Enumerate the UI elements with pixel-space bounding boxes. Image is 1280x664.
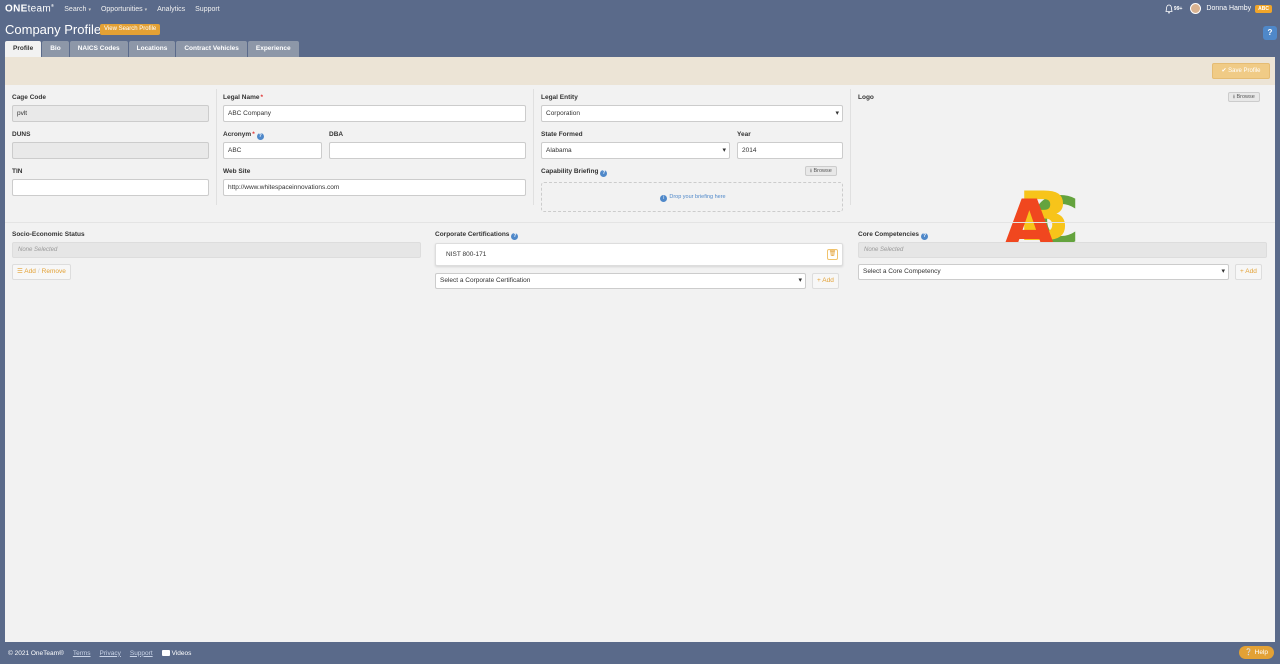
profile-tabs: Profile Bio NAICS Codes Locations Contra… [5, 41, 300, 57]
profile-panel: ✔ Save Profile Cage Code pvlt DUNS TIN L… [5, 57, 1275, 642]
add-link[interactable]: Add [24, 268, 36, 275]
dba-label: DBA [329, 131, 344, 138]
tin-field[interactable] [12, 179, 209, 196]
socio-economic-label: Socio-Economic Status [12, 231, 85, 238]
cage-code-label: Cage Code [12, 94, 46, 101]
nav-support[interactable]: Support [195, 6, 220, 13]
upload-icon: ⭳ [810, 168, 812, 174]
info-icon: i [660, 195, 668, 202]
cage-code-field[interactable]: pvlt [12, 105, 209, 122]
legal-entity-select[interactable]: Corporation [541, 105, 843, 122]
remove-link[interactable]: Remove [42, 268, 66, 275]
question-icon: ❔ [1244, 649, 1253, 656]
acronym-field[interactable]: ABC [223, 142, 322, 159]
capability-browse-button[interactable]: ⭳ Browse [805, 166, 837, 176]
capability-briefing-label: Capability Briefing? [541, 168, 608, 177]
socio-economic-none: None Selected [12, 242, 421, 258]
chevron-down-icon: ▾ [88, 6, 91, 13]
legal-name-label: Legal Name* [223, 94, 264, 101]
state-formed-label: State Formed [541, 131, 583, 138]
footer-link-privacy[interactable]: Privacy [100, 650, 121, 657]
year-label: Year [737, 131, 751, 138]
acronym-label: Acronym*? [223, 131, 264, 140]
upload-icon: ⭳ [1233, 94, 1235, 100]
help-circle-icon[interactable]: ? [921, 233, 929, 240]
top-navbar: ONEteam® Search ▾ Opportunities ▾ Analytic… [0, 0, 1280, 18]
column-divider [850, 89, 851, 205]
nav-analytics[interactable]: Analytics [157, 6, 185, 13]
help-circle-icon[interactable]: ? [256, 133, 264, 140]
plus-icon: + [1240, 268, 1244, 275]
footer-link-support[interactable]: Support [130, 650, 153, 657]
briefing-dropzone[interactable]: i Drop your briefing here [541, 182, 843, 212]
duns-field[interactable] [12, 142, 209, 159]
company-badge: ABC [1255, 4, 1272, 13]
avatar[interactable] [1190, 3, 1202, 14]
logo-label: Logo [858, 94, 874, 101]
website-field[interactable]: http://www.whitespaceinnovations.com [223, 179, 526, 196]
tab-experience[interactable]: Experience [247, 41, 299, 57]
page-title: Company Profile [5, 22, 102, 37]
core-competencies-label: Core Competencies? [858, 231, 929, 240]
tab-contract-vehicles[interactable]: Contract Vehicles [176, 41, 247, 57]
help-circle-icon[interactable]: ? [600, 170, 608, 177]
add-competency-button[interactable]: + Add [1235, 264, 1262, 280]
footer: © 2021 OneTeam® Terms Privacy Support Vi… [0, 642, 1280, 664]
tab-naics-codes[interactable]: NAICS Codes [69, 41, 128, 57]
website-label: Web Site [223, 168, 251, 175]
column-divider [533, 89, 534, 205]
list-icon: ☰ [17, 268, 23, 275]
bell-icon[interactable] [1165, 4, 1173, 14]
user-name[interactable]: Donna Hamby [1206, 5, 1251, 12]
core-competency-select[interactable]: Select a Core Competency [858, 264, 1229, 280]
help-icon[interactable]: ? [1263, 26, 1277, 40]
nav-search[interactable]: Search ▾ [64, 6, 91, 13]
certification-list: NIST 800-171 🗑 [435, 243, 843, 266]
save-profile-button[interactable]: ✔ Save Profile [1212, 63, 1270, 79]
footer-link-terms[interactable]: Terms [73, 650, 91, 657]
legal-name-field[interactable]: ABC Company [223, 105, 526, 122]
tin-label: TIN [12, 168, 23, 175]
tab-profile[interactable]: Profile [5, 41, 42, 57]
column-divider [216, 89, 217, 205]
year-field[interactable]: 2014 [737, 142, 843, 159]
section-divider [5, 222, 1275, 223]
tab-locations[interactable]: Locations [128, 41, 176, 57]
legal-entity-label: Legal Entity [541, 94, 578, 101]
video-icon [161, 649, 170, 656]
state-formed-select[interactable]: Alabama [541, 142, 730, 159]
core-competencies-none: None Selected [858, 242, 1267, 258]
add-certification-button[interactable]: + Add [812, 273, 839, 289]
view-search-profile-button[interactable]: View Search Profile [100, 24, 161, 35]
action-bar: ✔ Save Profile [5, 57, 1275, 85]
certification-select[interactable]: Select a Corporate Certification [435, 273, 806, 289]
logo-browse-button[interactable]: ⭳ Browse [1228, 92, 1260, 102]
dba-field[interactable] [329, 142, 526, 159]
tab-bio[interactable]: Bio [42, 41, 69, 57]
plus-icon: + [817, 277, 821, 284]
help-circle-icon[interactable]: ? [511, 233, 519, 240]
socio-economic-add-remove[interactable]: ☰ Add / Remove [12, 264, 71, 280]
trash-icon[interactable]: 🗑 [827, 249, 838, 260]
help-button[interactable]: ❔ Help [1238, 646, 1274, 659]
chevron-down-icon: ▾ [144, 6, 148, 13]
copyright: © 2021 OneTeam® [8, 649, 64, 657]
list-item: NIST 800-171 [446, 251, 487, 258]
footer-videos[interactable]: Videos [161, 649, 191, 657]
notification-count: 99+ [1173, 5, 1183, 12]
brand-logo[interactable]: ONEteam® [5, 3, 54, 14]
certifications-label: Corporate Certifications? [435, 231, 519, 240]
nav-opportunities[interactable]: Opportunities ▾ [101, 6, 147, 13]
duns-label: DUNS [12, 131, 31, 138]
